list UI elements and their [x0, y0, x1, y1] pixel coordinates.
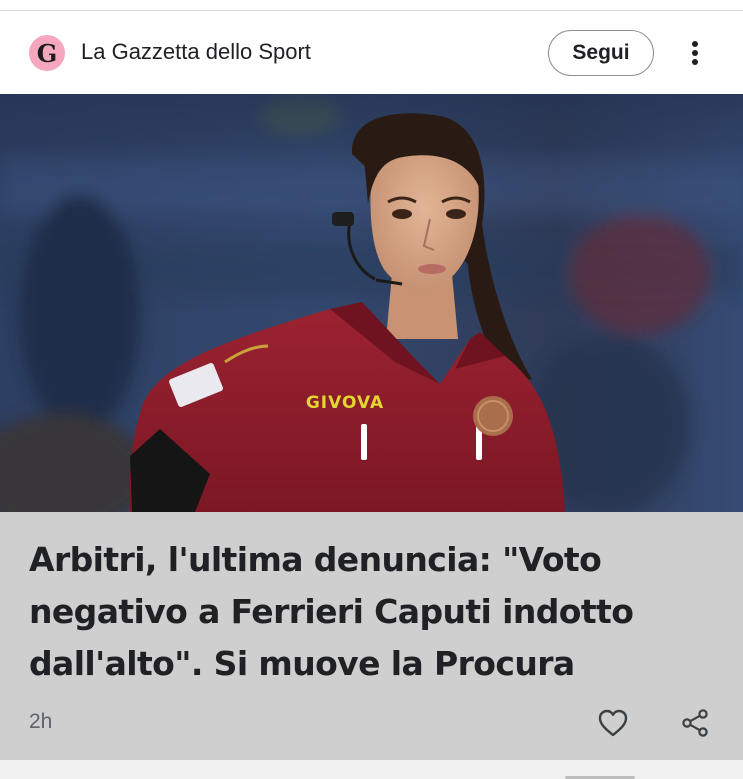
referee-photo: GIVOVA: [0, 94, 743, 512]
share-icon: [682, 709, 708, 737]
source-logo[interactable]: G: [29, 35, 65, 71]
heart-icon: [598, 709, 628, 737]
jersey-brand-text: GIVOVA: [306, 393, 384, 413]
share-button[interactable]: [677, 705, 713, 741]
article-image[interactable]: GIVOVA: [0, 94, 743, 512]
more-vertical-icon: [692, 41, 698, 65]
source-name[interactable]: La Gazzetta dello Sport: [81, 39, 311, 65]
more-options-button[interactable]: [680, 33, 710, 73]
gazzetta-logo-icon: G: [37, 39, 58, 68]
svg-text:G: G: [37, 39, 58, 68]
article-card-body[interactable]: Arbitri, l'ultima denuncia: "Voto negati…: [0, 512, 743, 760]
follow-button[interactable]: Segui: [548, 30, 654, 76]
like-button[interactable]: [595, 705, 631, 741]
article-age: 2h: [29, 710, 53, 733]
article-headline[interactable]: Arbitri, l'ultima denuncia: "Voto negati…: [29, 534, 719, 690]
article-card-header: G La Gazzetta dello Sport Segui: [0, 11, 743, 94]
